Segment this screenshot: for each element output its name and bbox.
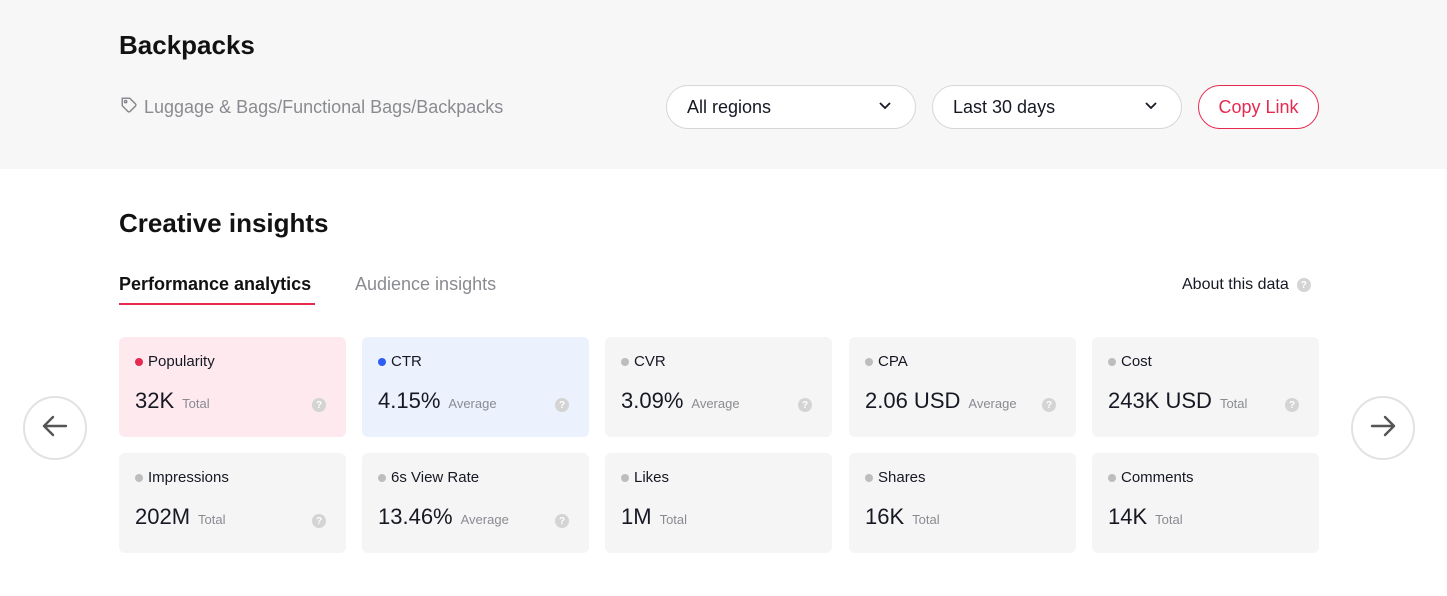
status-dot [865,473,873,482]
status-dot [135,357,143,366]
about-this-data-link[interactable]: About this data ? [1182,276,1311,294]
metric-value: 243K USD [1108,388,1212,413]
date-select-value: Last 30 days [953,96,1056,117]
metric-card-cost[interactable]: Cost 243K USD Total ? [1092,337,1319,437]
help-icon[interactable]: ? [555,514,569,528]
previous-button[interactable] [23,396,87,460]
metric-unit: Total [659,512,688,527]
metric-label: Comments [1121,469,1194,486]
status-dot [865,357,873,366]
section-title: Creative insights [119,208,329,238]
metric-value: 2.06 USD [865,388,961,413]
metric-value: 13.46% [378,504,453,529]
active-tab-indicator [119,303,315,305]
tag-icon [120,96,138,119]
metric-card-ctr[interactable]: CTR 4.15% Average ? [362,337,589,437]
metric-card-likes[interactable]: Likes 1M Total [605,453,832,553]
arrow-right-icon [1368,411,1398,446]
help-icon[interactable]: ? [312,398,326,412]
help-icon[interactable]: ? [312,514,326,528]
region-select-value: All regions [687,96,772,117]
metric-label: Cost [1121,353,1152,370]
metric-card-shares[interactable]: Shares 16K Total [849,453,1076,553]
status-dot [621,357,629,366]
metric-label: Impressions [148,469,229,486]
metric-unit: Total [912,512,940,527]
help-icon[interactable]: ? [1296,278,1311,292]
help-icon[interactable]: ? [1042,398,1056,412]
copy-link-button[interactable]: Copy Link [1198,85,1319,129]
metric-label: 6s View Rate [391,469,480,486]
metric-card-cpa[interactable]: CPA 2.06 USD Average ? [849,337,1076,437]
category-breadcrumb: Luggage & Bags/Functional Bags/Backpacks [120,96,503,119]
chevron-down-icon [1143,97,1159,118]
status-dot [378,473,386,482]
metric-value: 14K [1108,504,1148,529]
breadcrumb-text: Luggage & Bags/Functional Bags/Backpacks [144,97,504,117]
metric-value: 1M [621,504,652,529]
metric-label: Likes [634,469,670,486]
metric-card-cvr[interactable]: CVR 3.09% Average ? [605,337,832,437]
arrow-left-icon [40,411,70,446]
status-dot [621,473,629,482]
metric-unit: Average [691,396,740,411]
page-title: Backpacks [119,30,255,60]
metric-unit: Average [448,396,497,411]
metric-value: 3.09% [621,388,684,413]
status-dot [1108,357,1116,366]
metric-card-6s-view-rate[interactable]: 6s View Rate 13.46% Average ? [362,453,589,553]
next-button[interactable] [1351,396,1415,460]
date-range-select[interactable]: Last 30 days [932,85,1182,129]
tab-label: Performance analytics [119,274,312,294]
metric-label: CVR [634,353,666,370]
metric-unit: Average [460,512,509,527]
region-select[interactable]: All regions [666,85,916,129]
metric-label: Popularity [148,353,215,370]
metric-card-impressions[interactable]: Impressions 202M Total ? [119,453,346,553]
metric-value: 4.15% [378,388,441,413]
metric-label: Shares [878,469,926,486]
metric-unit: Total [1219,396,1248,411]
metric-unit: Total [182,396,210,411]
page-header: Backpacks Luggage & Bags/Functional Bags… [0,0,1447,169]
metric-value: 32K [135,388,175,413]
metric-unit: Total [198,512,226,527]
metric-card-popularity[interactable]: Popularity 32K Total ? [119,337,346,437]
tab-label: Audience insights [355,274,497,294]
help-icon[interactable]: ? [798,398,812,412]
metric-card-comments[interactable]: Comments 14K Total [1092,453,1319,553]
metric-value: 202M [135,504,191,529]
tab-audience-insights[interactable]: Audience insights [355,274,496,295]
about-label: About this data [1182,276,1289,293]
tab-performance-analytics[interactable]: Performance analytics [119,274,315,305]
metric-label: CTR [391,353,422,370]
status-dot [1108,473,1116,482]
status-dot [135,473,143,482]
chevron-down-icon [877,97,893,118]
status-dot [378,357,386,366]
metric-label: CPA [878,353,908,370]
help-icon[interactable]: ? [555,398,569,412]
metric-value: 16K [865,504,905,529]
metric-unit: Average [968,396,1017,411]
help-icon[interactable]: ? [1285,398,1299,412]
metric-unit: Total [1155,512,1183,527]
